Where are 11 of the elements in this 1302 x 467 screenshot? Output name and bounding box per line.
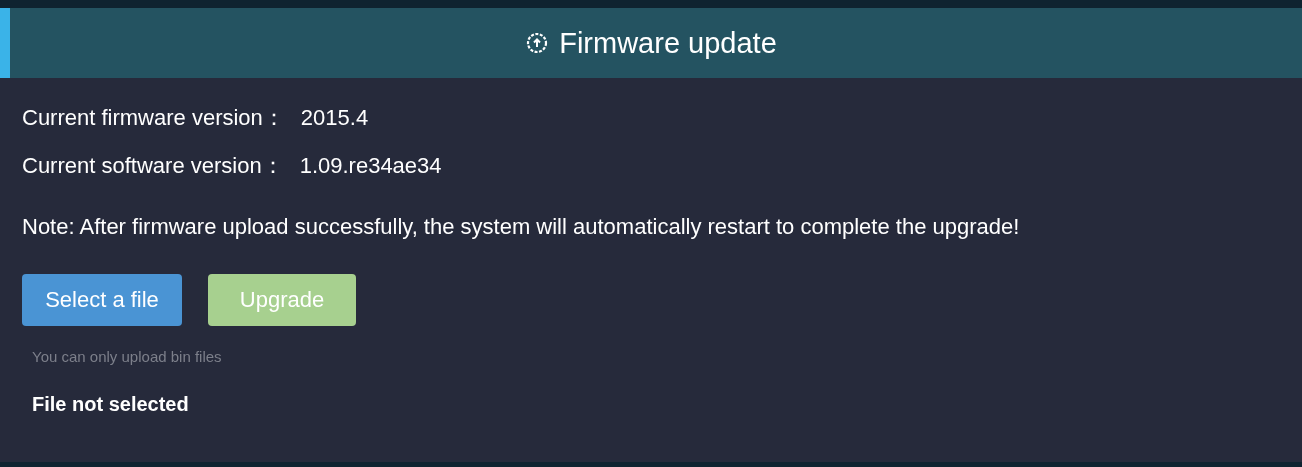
file-status: File not selected	[32, 393, 190, 416]
info-value: 1.09.re34ae34	[299, 153, 442, 179]
panel-title: Firmware update	[559, 26, 777, 60]
upload-icon	[525, 31, 550, 55]
info-label: Current firmware version：	[22, 104, 285, 132]
note-text: Note: After firmware upload successfully, the system will automatically restart to complete the upgrade!	[22, 214, 1021, 240]
action-button[interactable]: Select a file	[22, 274, 182, 326]
info-value: 2015.4	[300, 105, 369, 131]
hint-text: You can only upload bin files	[32, 348, 223, 365]
info-label: Current software version：	[22, 152, 284, 180]
accent-stripe	[0, 8, 10, 78]
